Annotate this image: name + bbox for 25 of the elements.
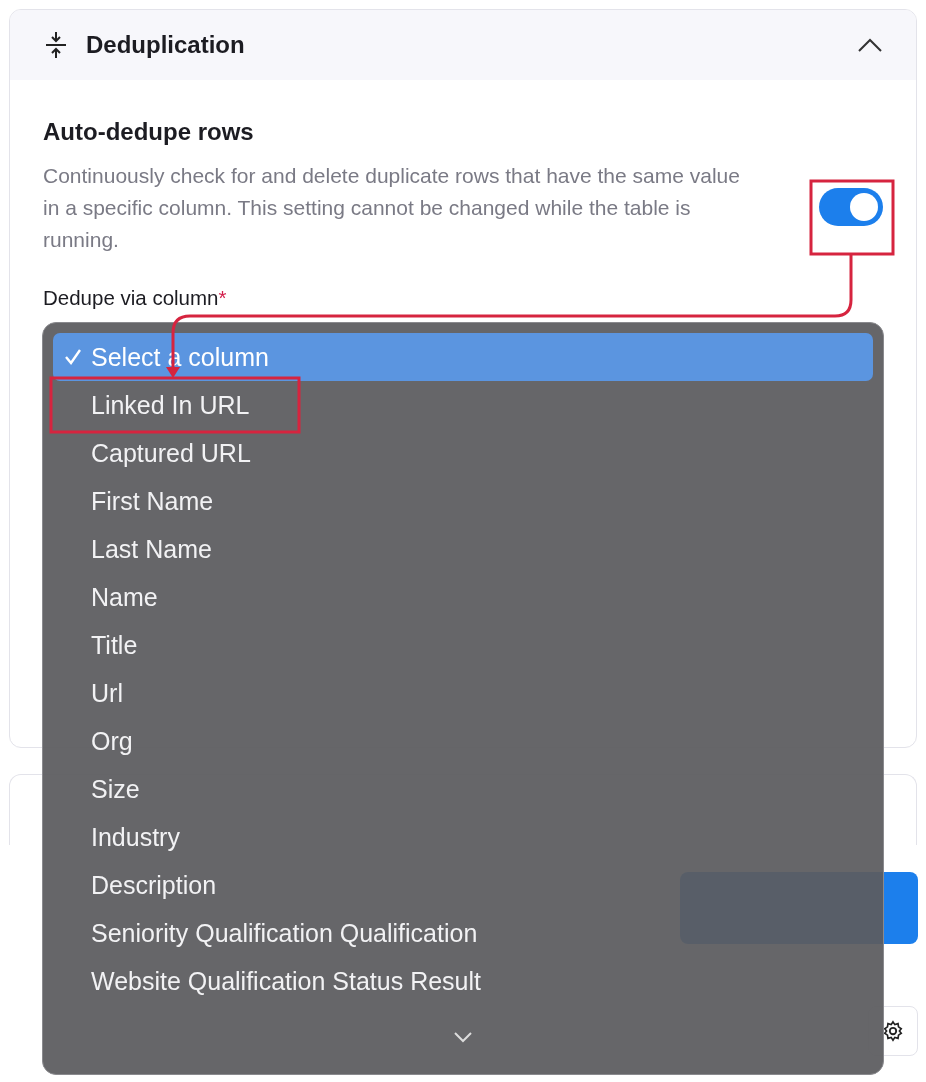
chevron-down-icon[interactable] xyxy=(453,1031,473,1043)
settings-icon xyxy=(882,1020,904,1042)
menu-item[interactable]: Linked In URL xyxy=(53,381,873,429)
menu-item[interactable]: Captured URL xyxy=(53,429,873,477)
section-header[interactable]: Deduplication xyxy=(10,10,916,80)
menu-item[interactable]: Size xyxy=(53,765,873,813)
menu-item[interactable]: Org xyxy=(53,717,873,765)
menu-item[interactable]: Name xyxy=(53,573,873,621)
setting-title: Auto-dedupe rows xyxy=(43,118,255,146)
menu-item[interactable]: Url xyxy=(53,669,873,717)
chevron-icon[interactable] xyxy=(858,38,882,52)
setting-description: Continuously check for and delete duplicate rows that have the same value in a specific column. This setting cannot be changed while the table is running. xyxy=(43,163,741,253)
menu-item[interactable]: First Name xyxy=(53,477,873,525)
menu-item[interactable]: Title xyxy=(53,621,873,669)
toggle-switch[interactable] xyxy=(819,188,883,226)
menu-item[interactable]: Last Name xyxy=(53,525,873,573)
required-mark: * xyxy=(218,286,227,310)
menu-item[interactable]: Website Qualification Status Result xyxy=(53,957,873,1005)
menu-item[interactable]: Description xyxy=(53,861,873,909)
menu-item[interactable]: Industry xyxy=(53,813,873,861)
checkmark-icon xyxy=(63,347,83,367)
menu-item[interactable]: Seniority Qualification Qualification xyxy=(53,909,873,957)
compress-icon xyxy=(44,30,68,60)
field-label: Dedupe via column xyxy=(43,286,219,310)
section-title: Deduplication xyxy=(86,31,246,59)
